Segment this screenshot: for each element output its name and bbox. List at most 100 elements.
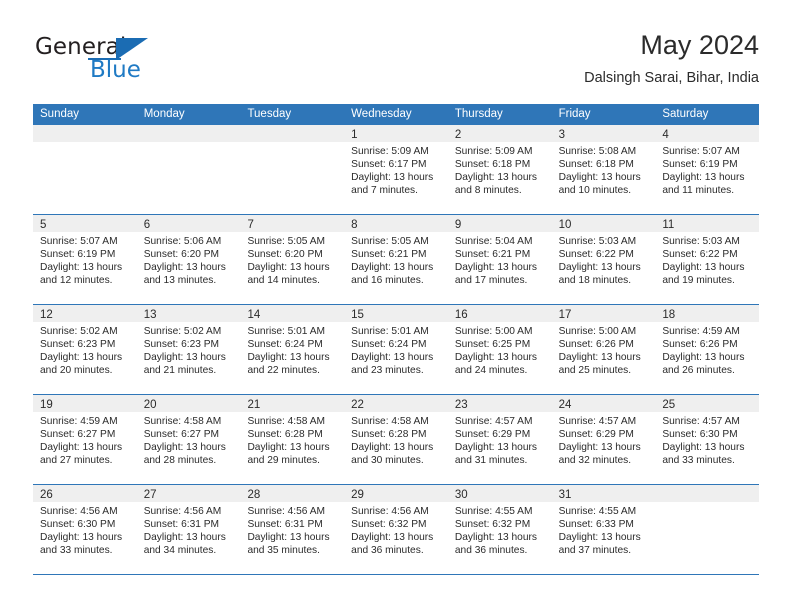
daylight-text: Daylight: 13 hours and 30 minutes. bbox=[351, 442, 434, 467]
calendar-day-cell[interactable]: 31 Sunrise: 4:55 AM Sunset: 6:33 PM Dayligh… bbox=[551, 485, 656, 574]
sunset-text: Sunset: 6:22 PM bbox=[662, 249, 738, 261]
title-block: May 2024 Dalsingh Sarai, Bihar, India bbox=[584, 28, 759, 88]
calendar-day-cell[interactable]: 13 Sunrise: 5:02 AM Sunset: 6:23 PM Dayligh… bbox=[136, 305, 241, 394]
day-number-band: 1 bbox=[344, 125, 448, 142]
calendar-day-cell[interactable]: 21 Sunrise: 4:58 AM Sunset: 6:28 PM Dayligh… bbox=[240, 395, 345, 484]
sunset-text: Sunset: 6:19 PM bbox=[662, 159, 738, 171]
general-blue-logo[interactable]: General Blue bbox=[33, 34, 243, 92]
day-number: 11 bbox=[662, 219, 675, 231]
calendar-day-cell[interactable]: 24 Sunrise: 4:57 AM Sunset: 6:29 PM Dayligh… bbox=[551, 395, 656, 484]
calendar-weeks: 1 Sunrise: 5:09 AM Sunset: 6:17 PM Daylight… bbox=[33, 125, 760, 575]
calendar-grid: Sunday Monday Tuesday Wednesday Thursday Frid… bbox=[33, 104, 760, 575]
calendar-day-cell[interactable]: 15 Sunrise: 5:01 AM Sunset: 6:24 PM Dayligh… bbox=[344, 305, 448, 394]
calendar-day-cell[interactable]: 3 Sunrise: 5:08 AM Sunset: 6:18 PM Daylight… bbox=[551, 125, 656, 214]
calendar-day-cell[interactable]: 28 Sunrise: 4:56 AM Sunset: 6:31 PM Dayligh… bbox=[240, 485, 345, 574]
daylight-text: Daylight: 13 hours and 26 minutes. bbox=[662, 352, 745, 377]
day-number-band: 5 bbox=[33, 215, 137, 232]
day-number: 6 bbox=[143, 219, 151, 231]
day-number-band: 2 bbox=[447, 125, 552, 142]
day-number: 28 bbox=[247, 489, 261, 501]
daylight-text: Daylight: 13 hours and 8 minutes. bbox=[454, 172, 537, 197]
sunrise-text: Sunrise: 4:56 AM bbox=[247, 506, 326, 517]
sunrise-text: Sunrise: 5:03 AM bbox=[558, 236, 637, 247]
day-details: Sunrise: 5:05 AM Sunset: 6:20 PM Daylight:… bbox=[240, 232, 344, 287]
logo-text-blue: Blue bbox=[90, 57, 141, 83]
calendar-day-cell[interactable]: 18 Sunrise: 4:59 AM Sunset: 6:26 PM Dayligh… bbox=[655, 305, 760, 394]
sunset-text: Sunset: 6:24 PM bbox=[351, 339, 427, 351]
day-details: Sunrise: 4:58 AM Sunset: 6:28 PM Daylight:… bbox=[344, 412, 448, 467]
sunset-text: Sunset: 6:28 PM bbox=[247, 429, 323, 441]
calendar-day-cell[interactable]: 25 Sunrise: 4:57 AM Sunset: 6:30 PM Dayligh… bbox=[655, 395, 760, 484]
sunset-text: Sunset: 6:29 PM bbox=[558, 429, 634, 441]
daylight-text: Daylight: 13 hours and 33 minutes. bbox=[662, 442, 745, 467]
calendar-day-cell[interactable]: 7 Sunrise: 5:05 AM Sunset: 6:20 PM Daylight… bbox=[240, 215, 345, 304]
day-number-band: 4 bbox=[655, 125, 760, 142]
calendar-day-cell[interactable]: 20 Sunrise: 4:58 AM Sunset: 6:27 PM Dayligh… bbox=[136, 395, 241, 484]
daylight-text: Daylight: 13 hours and 35 minutes. bbox=[247, 532, 330, 557]
weekday-header-thursday: Thursday bbox=[454, 108, 503, 120]
calendar-day-cell[interactable]: 22 Sunrise: 4:58 AM Sunset: 6:28 PM Dayligh… bbox=[344, 395, 448, 484]
sunrise-text: Sunrise: 4:56 AM bbox=[351, 506, 429, 517]
day-number-band: 16 bbox=[447, 305, 552, 322]
calendar-day-cell[interactable]: 4 Sunrise: 5:07 AM Sunset: 6:19 PM Daylight… bbox=[655, 125, 760, 214]
calendar-day-cell[interactable]: 23 Sunrise: 4:57 AM Sunset: 6:29 PM Dayligh… bbox=[447, 395, 552, 484]
daylight-text: Daylight: 13 hours and 36 minutes. bbox=[351, 532, 434, 557]
sunset-text: Sunset: 6:23 PM bbox=[40, 339, 116, 351]
daylight-text: Daylight: 13 hours and 11 minutes. bbox=[662, 172, 745, 197]
sunset-text: Sunset: 6:31 PM bbox=[247, 519, 323, 531]
sunset-text: Sunset: 6:25 PM bbox=[454, 339, 531, 351]
day-number: 25 bbox=[662, 399, 676, 411]
calendar-day-cell[interactable]: 16 Sunrise: 5:00 AM Sunset: 6:25 PM Dayligh… bbox=[447, 305, 552, 394]
day-number: 2 bbox=[454, 129, 462, 141]
daylight-text: Daylight: 13 hours and 36 minutes. bbox=[454, 532, 537, 557]
calendar-day-cell[interactable]: 8 Sunrise: 5:05 AM Sunset: 6:21 PM Daylight… bbox=[344, 215, 448, 304]
calendar-day-cell[interactable]: 19 Sunrise: 4:59 AM Sunset: 6:27 PM Dayligh… bbox=[33, 395, 137, 484]
day-number-band bbox=[240, 125, 345, 142]
day-number-band: 27 bbox=[136, 485, 241, 502]
day-number-band: 11 bbox=[655, 215, 760, 232]
calendar-day-cell[interactable]: 9 Sunrise: 5:04 AM Sunset: 6:21 PM Daylight… bbox=[447, 215, 552, 304]
day-number-band: 14 bbox=[240, 305, 345, 322]
calendar-day-cell[interactable]: 27 Sunrise: 4:56 AM Sunset: 6:31 PM Dayligh… bbox=[136, 485, 241, 574]
daylight-text: Daylight: 13 hours and 18 minutes. bbox=[558, 262, 641, 287]
calendar-day-cell[interactable]: 14 Sunrise: 5:01 AM Sunset: 6:24 PM Dayligh… bbox=[240, 305, 345, 394]
sunset-text: Sunset: 6:20 PM bbox=[247, 249, 323, 261]
day-number-band bbox=[33, 125, 137, 142]
daylight-text: Daylight: 13 hours and 34 minutes. bbox=[143, 532, 226, 557]
day-details: Sunrise: 4:56 AM Sunset: 6:30 PM Daylight:… bbox=[33, 502, 137, 557]
calendar-day-cell[interactable]: 17 Sunrise: 5:00 AM Sunset: 6:26 PM Dayligh… bbox=[551, 305, 656, 394]
calendar-week-row: 1 Sunrise: 5:09 AM Sunset: 6:17 PM Daylight… bbox=[33, 125, 760, 215]
day-number: 23 bbox=[454, 399, 468, 411]
daylight-text: Daylight: 13 hours and 22 minutes. bbox=[247, 352, 330, 377]
calendar-week-row: 19 Sunrise: 4:59 AM Sunset: 6:27 PM Dayligh… bbox=[33, 395, 760, 485]
calendar-day-cell[interactable]: 10 Sunrise: 5:03 AM Sunset: 6:22 PM Dayligh… bbox=[551, 215, 656, 304]
day-number-band: 21 bbox=[240, 395, 345, 412]
day-number: 1 bbox=[351, 129, 358, 141]
day-number-band: 6 bbox=[136, 215, 241, 232]
calendar-day-cell[interactable]: 11 Sunrise: 5:03 AM Sunset: 6:22 PM Dayligh… bbox=[655, 215, 760, 304]
day-number-band: 26 bbox=[33, 485, 137, 502]
sunset-text: Sunset: 6:29 PM bbox=[454, 429, 531, 441]
calendar-day-cell[interactable]: 29 Sunrise: 4:56 AM Sunset: 6:32 PM Dayligh… bbox=[344, 485, 448, 574]
calendar-day-cell[interactable]: 26 Sunrise: 4:56 AM Sunset: 6:30 PM Dayligh… bbox=[33, 485, 137, 574]
calendar-day-cell[interactable]: 6 Sunrise: 5:06 AM Sunset: 6:20 PM Daylight… bbox=[136, 215, 241, 304]
day-details: Sunrise: 5:02 AM Sunset: 6:23 PM Daylight:… bbox=[137, 322, 241, 377]
calendar-day-cell[interactable]: 2 Sunrise: 5:09 AM Sunset: 6:18 PM Daylight… bbox=[447, 125, 552, 214]
day-number: 21 bbox=[247, 399, 261, 411]
sunrise-text: Sunrise: 5:07 AM bbox=[40, 236, 118, 247]
day-number: 31 bbox=[558, 489, 572, 501]
calendar-day-cell[interactable]: 5 Sunrise: 5:07 AM Sunset: 6:19 PM Daylight… bbox=[33, 215, 137, 304]
day-details: Sunrise: 5:08 AM Sunset: 6:18 PM Daylight:… bbox=[552, 142, 656, 197]
day-details: Sunrise: 5:03 AM Sunset: 6:22 PM Daylight:… bbox=[552, 232, 656, 287]
sunset-text: Sunset: 6:21 PM bbox=[351, 249, 427, 261]
sunset-text: Sunset: 6:32 PM bbox=[351, 519, 427, 531]
calendar-day-cell[interactable]: 30 Sunrise: 4:55 AM Sunset: 6:32 PM Dayligh… bbox=[447, 485, 552, 574]
calendar-day-cell[interactable]: 1 Sunrise: 5:09 AM Sunset: 6:17 PM Daylight… bbox=[344, 125, 448, 214]
day-details: Sunrise: 4:56 AM Sunset: 6:31 PM Daylight:… bbox=[240, 502, 344, 557]
daylight-text: Daylight: 13 hours and 37 minutes. bbox=[558, 532, 641, 557]
sunrise-text: Sunrise: 5:01 AM bbox=[247, 326, 326, 337]
sunset-text: Sunset: 6:28 PM bbox=[351, 429, 427, 441]
calendar-day-cell[interactable]: 12 Sunrise: 5:02 AM Sunset: 6:23 PM Dayligh… bbox=[33, 305, 137, 394]
sunset-text: Sunset: 6:22 PM bbox=[558, 249, 634, 261]
sunrise-text: Sunrise: 4:58 AM bbox=[351, 416, 429, 427]
